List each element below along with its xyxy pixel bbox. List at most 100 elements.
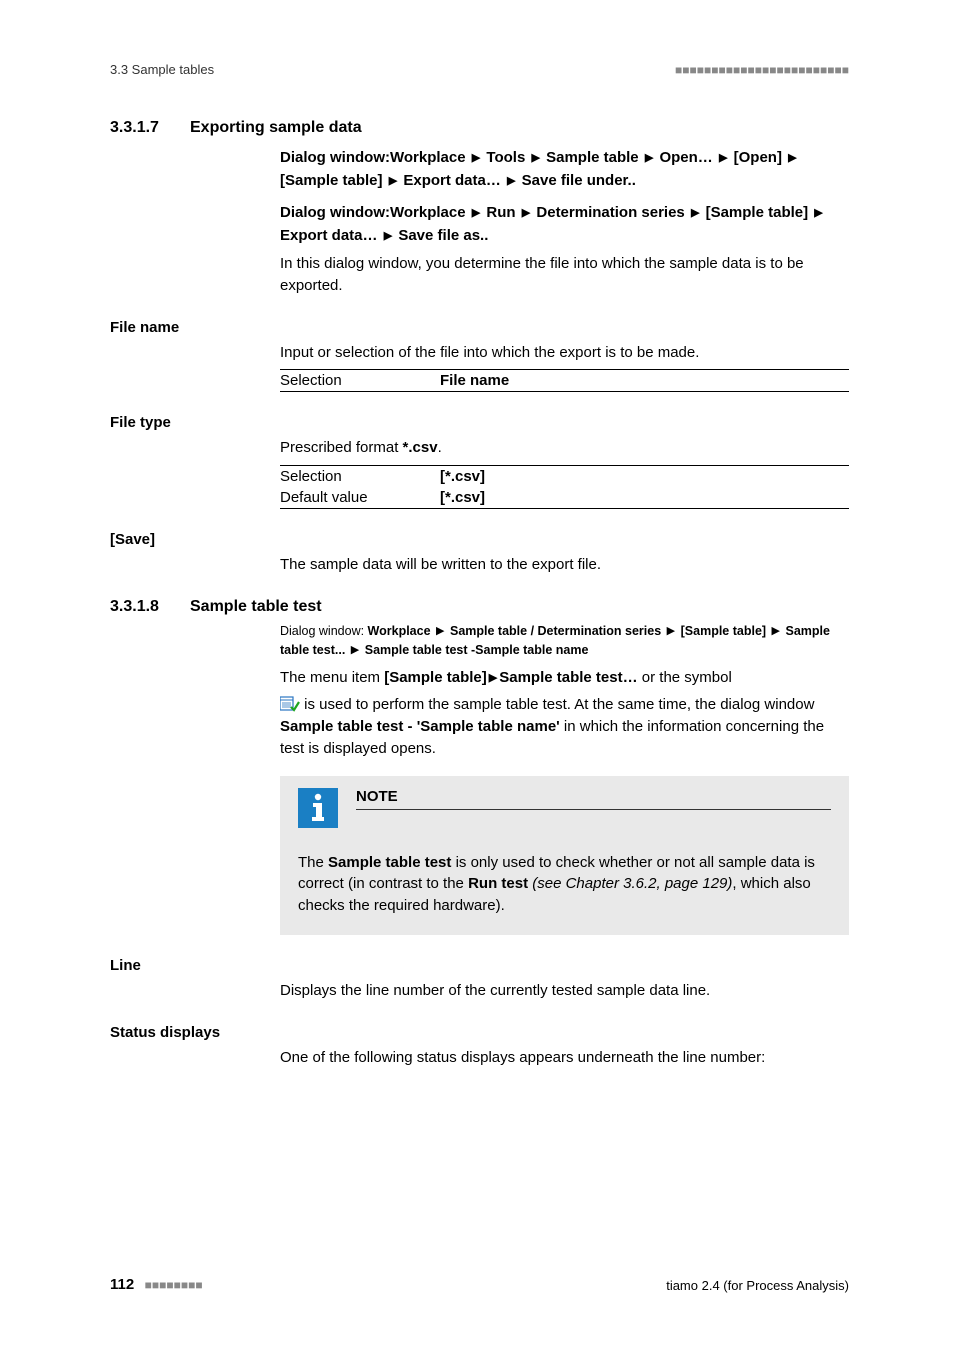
dialog-path-2: Dialog window:Workplace ▶ Run ▶ Determin… [280, 202, 849, 247]
kv-val: [*.csv] [440, 489, 485, 506]
triangle-icon: ▶ [689, 207, 701, 219]
section-3317-heading: 3.3.1.7 Exporting sample data [110, 119, 849, 137]
path-part: Workplace [390, 204, 466, 221]
path-part: Sample table test -Sample table name [365, 643, 589, 657]
file-type-desc: Prescribed format *.csv. [280, 437, 849, 459]
text: The [298, 854, 328, 871]
text: . [438, 439, 442, 456]
header-left: 3.3 Sample tables [110, 62, 214, 77]
triangle-icon: ▶ [812, 207, 824, 219]
triangle-icon: ▶ [665, 625, 677, 637]
path-part: Export data… [280, 227, 378, 244]
note-title: NOTE [356, 788, 831, 810]
triangle-icon: ▶ [349, 644, 361, 656]
sample-table-test-line2: is used to perform the sample table test… [280, 694, 849, 759]
footer-dashes: ■■■■■■■■ [145, 1278, 203, 1292]
path-part: Workplace [390, 149, 466, 166]
path-part: Run [486, 204, 515, 221]
dialog-path-small: Dialog window: Workplace ▶ Sample table … [280, 622, 849, 661]
running-header: 3.3 Sample tables ■■■■■■■■■■■■■■■■■■■■■■… [110, 62, 849, 77]
triangle-icon: ▶ [387, 175, 399, 187]
text-bold: Run test [468, 875, 528, 892]
status-displays-desc: One of the following status displays app… [280, 1047, 849, 1069]
file-name-table: Selection File name [280, 369, 849, 392]
kv-val: File name [440, 372, 509, 389]
dialog-path-1: Dialog window:Workplace ▶ Tools ▶ Sample… [280, 147, 849, 192]
section-number: 3.3.1.7 [110, 119, 190, 137]
table-row: Selection File name [280, 370, 849, 391]
sample-table-test-line1: The menu item [Sample table]▶Sample tabl… [280, 667, 849, 689]
table-row: Default value [*.csv] [280, 487, 849, 508]
footer-right: tiamo 2.4 (for Process Analysis) [666, 1278, 849, 1293]
save-block: [Save] [110, 531, 849, 548]
page-number: 112 [110, 1276, 134, 1293]
kv-key: Selection [280, 372, 440, 389]
text-bold: Sample table test - 'Sample table name' [280, 718, 560, 735]
page-footer: 112 ■■■■■■■■ tiamo 2.4 (for Process Anal… [110, 1276, 849, 1294]
note-body: The Sample table test is only used to ch… [298, 852, 831, 917]
section-title: Exporting sample data [190, 119, 362, 137]
save-label: [Save] [110, 531, 280, 548]
triangle-icon: ▶ [770, 625, 782, 637]
triangle-icon: ▶ [520, 207, 532, 219]
path-part: Determination series [536, 204, 684, 221]
text-bold: *.csv [403, 439, 438, 456]
section-title: Sample table test [190, 598, 322, 616]
path-part: Open… [659, 149, 712, 166]
info-icon [298, 788, 338, 828]
header-dashes: ■■■■■■■■■■■■■■■■■■■■■■■■ [675, 63, 849, 77]
path-part: Save file as.. [398, 227, 488, 244]
triangle-icon: ▶ [470, 207, 482, 219]
triangle-icon: ▶ [434, 625, 446, 637]
dialog-path-prefix: Dialog window: [280, 149, 390, 166]
line-label: Line [110, 957, 280, 974]
triangle-icon: ▶ [643, 152, 655, 164]
table-row: Selection [*.csv] [280, 466, 849, 487]
triangle-icon: ▶ [382, 230, 394, 242]
kv-key: Default value [280, 489, 440, 506]
text-bold: Sample table test… [499, 669, 637, 686]
triangle-icon: ▶ [487, 672, 499, 684]
text: Dialog window: [280, 624, 368, 638]
dialog-path-prefix: Dialog window: [280, 204, 390, 221]
file-name-desc: Input or selection of the file into whic… [280, 342, 849, 364]
path-part: Sample table [546, 149, 639, 166]
triangle-icon: ▶ [786, 152, 798, 164]
text: The menu item [280, 669, 384, 686]
path-part: Sample table / Determination series [450, 624, 661, 638]
path-part: [Sample table] [706, 204, 809, 221]
file-name-label: File name [110, 319, 280, 336]
status-displays-block: Status displays [110, 1024, 849, 1041]
path-part: Save file under.. [522, 172, 636, 189]
path-part: Export data… [403, 172, 501, 189]
text: or the symbol [638, 669, 732, 686]
text: Prescribed format [280, 439, 403, 456]
footer-left: 112 ■■■■■■■■ [110, 1276, 203, 1294]
section-intro: In this dialog window, you determine the… [280, 253, 849, 297]
text: is used to perform the sample table test… [300, 696, 814, 713]
triangle-icon: ▶ [717, 152, 729, 164]
section-3318-heading: 3.3.1.8 Sample table test [110, 598, 849, 616]
line-block: Line [110, 957, 849, 974]
section-number: 3.3.1.8 [110, 598, 190, 616]
kv-val: [*.csv] [440, 468, 485, 485]
text-italic: (see Chapter 3.6.2, page 129) [528, 875, 732, 892]
path-part: [Sample table] [280, 172, 383, 189]
path-part: Tools [486, 149, 525, 166]
kv-key: Selection [280, 468, 440, 485]
file-name-block: File name [110, 319, 849, 336]
triangle-icon: ▶ [470, 152, 482, 164]
status-displays-label: Status displays [110, 1024, 280, 1041]
line-desc: Displays the line number of the currentl… [280, 980, 849, 1002]
note-box: NOTE The Sample table test is only used … [280, 776, 849, 935]
path-part: [Open] [734, 149, 782, 166]
text-bold: Sample table test [328, 854, 451, 871]
sample-table-test-icon [280, 696, 300, 712]
triangle-icon: ▶ [529, 152, 541, 164]
path-part: Workplace [368, 624, 431, 638]
text-bold: [Sample table] [384, 669, 487, 686]
save-desc: The sample data will be written to the e… [280, 554, 849, 576]
path-part: [Sample table] [681, 624, 766, 638]
triangle-icon: ▶ [505, 175, 517, 187]
file-type-block: File type [110, 414, 849, 431]
